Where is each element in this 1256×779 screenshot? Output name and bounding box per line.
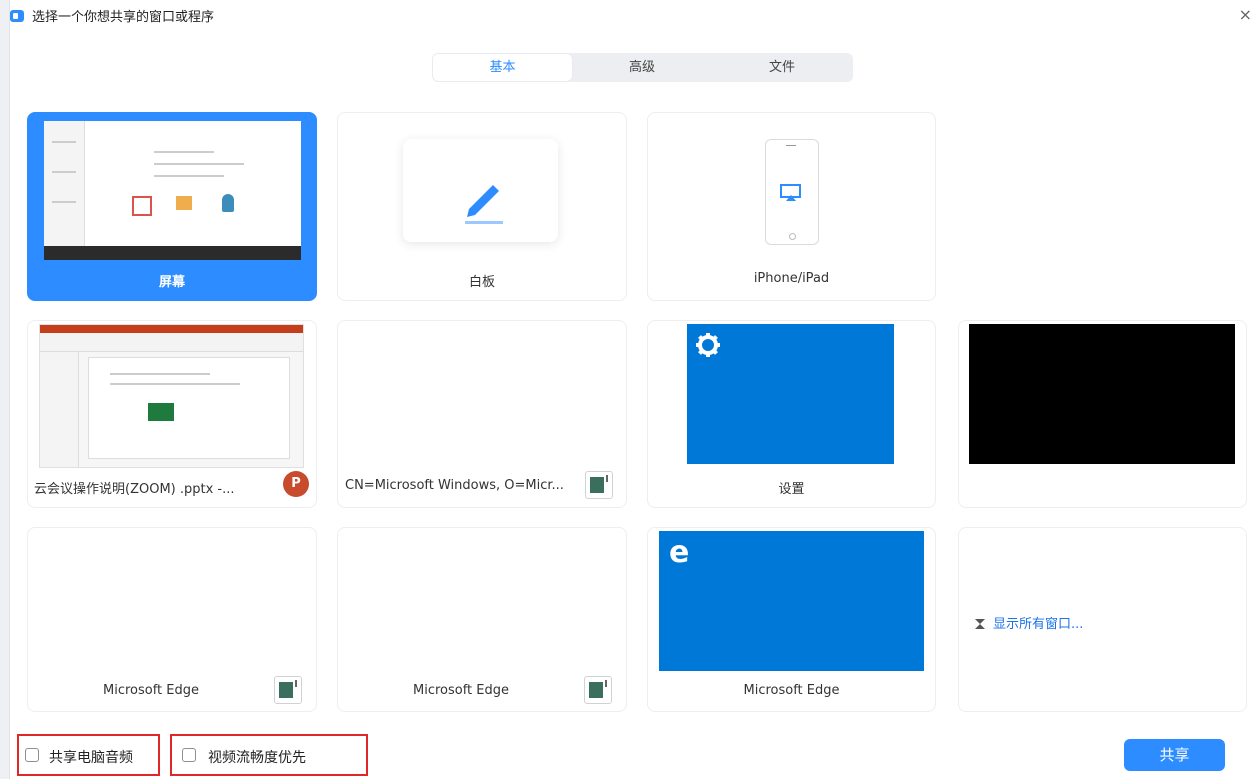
show-all-label: 显示所有窗口... bbox=[993, 617, 1084, 632]
share-audio-option: 共享电脑音频 bbox=[17, 734, 160, 776]
close-button[interactable]: × bbox=[1239, 5, 1252, 24]
whiteboard-tile bbox=[403, 139, 558, 242]
iphone-label: iPhone/iPad bbox=[753, 271, 830, 286]
settings-preview bbox=[687, 324, 894, 464]
expand-icon bbox=[975, 619, 985, 629]
whiteboard-label: 白板 bbox=[468, 275, 495, 290]
share-audio-checkbox[interactable] bbox=[25, 748, 39, 762]
window-title: 选择一个你想共享的窗口或程序 bbox=[32, 10, 215, 25]
pen-icon bbox=[465, 185, 503, 224]
share-item-whiteboard[interactable]: 白板 bbox=[337, 112, 627, 301]
tab-basic[interactable]: 基本 bbox=[433, 54, 572, 81]
left-edge bbox=[0, 0, 10, 779]
share-item-edge-1[interactable]: Microsoft Edge bbox=[27, 527, 317, 712]
ppt-preview bbox=[39, 324, 304, 468]
app-window-icon bbox=[585, 471, 613, 499]
share-item-show-all[interactable]: 显示所有窗口... bbox=[958, 527, 1247, 712]
video-priority-checkbox[interactable] bbox=[182, 748, 196, 762]
settings-label: 设置 bbox=[778, 482, 805, 497]
powerpoint-icon: P bbox=[283, 471, 309, 497]
share-item-black-window[interactable] bbox=[958, 320, 1247, 508]
screen-preview bbox=[44, 121, 301, 260]
cn-window-label: CN=Microsoft Windows, O=Micr... bbox=[345, 478, 564, 493]
video-priority-label[interactable]: 视频流畅度优先 bbox=[208, 747, 306, 767]
edge1-label: Microsoft Edge bbox=[102, 683, 199, 698]
share-item-iphone[interactable]: iPhone/iPad bbox=[647, 112, 936, 301]
share-item-screen[interactable]: 屏幕 bbox=[27, 112, 317, 301]
zoom-app-icon bbox=[10, 10, 24, 22]
share-item-edge-2[interactable]: Microsoft Edge bbox=[337, 527, 627, 712]
share-item-settings[interactable]: 设置 bbox=[647, 320, 936, 508]
black-window-preview bbox=[969, 324, 1235, 464]
share-item-cn-window[interactable]: CN=Microsoft Windows, O=Micr... bbox=[337, 320, 627, 508]
tab-bar: 基本 高级 文件 bbox=[432, 53, 853, 82]
screen-label: 屏幕 bbox=[158, 275, 185, 290]
share-item-ppt[interactable]: 云会议操作说明(ZOOM) .pptx -... P bbox=[27, 320, 317, 508]
gear-icon bbox=[696, 333, 720, 357]
share-audio-label[interactable]: 共享电脑音频 bbox=[49, 747, 133, 767]
phone-icon bbox=[765, 139, 819, 245]
tab-advanced[interactable]: 高级 bbox=[572, 53, 712, 82]
app-window-icon bbox=[274, 676, 302, 704]
ppt-label: 云会议操作说明(ZOOM) .pptx -... bbox=[34, 482, 235, 497]
tab-files[interactable]: 文件 bbox=[712, 53, 852, 82]
airplay-icon bbox=[780, 184, 801, 201]
app-window-icon bbox=[584, 676, 612, 704]
edge2-label: Microsoft Edge bbox=[412, 683, 509, 698]
share-button[interactable]: 共享 bbox=[1124, 739, 1225, 771]
edge3-label: Microsoft Edge bbox=[743, 683, 840, 698]
edge-logo-icon: e bbox=[669, 535, 690, 570]
show-all-windows-link[interactable]: 显示所有窗口... bbox=[975, 613, 1083, 632]
share-item-edge-3[interactable]: e Microsoft Edge bbox=[647, 527, 936, 712]
video-priority-option: 视频流畅度优先 bbox=[170, 734, 368, 776]
edge-preview: e bbox=[659, 531, 924, 671]
